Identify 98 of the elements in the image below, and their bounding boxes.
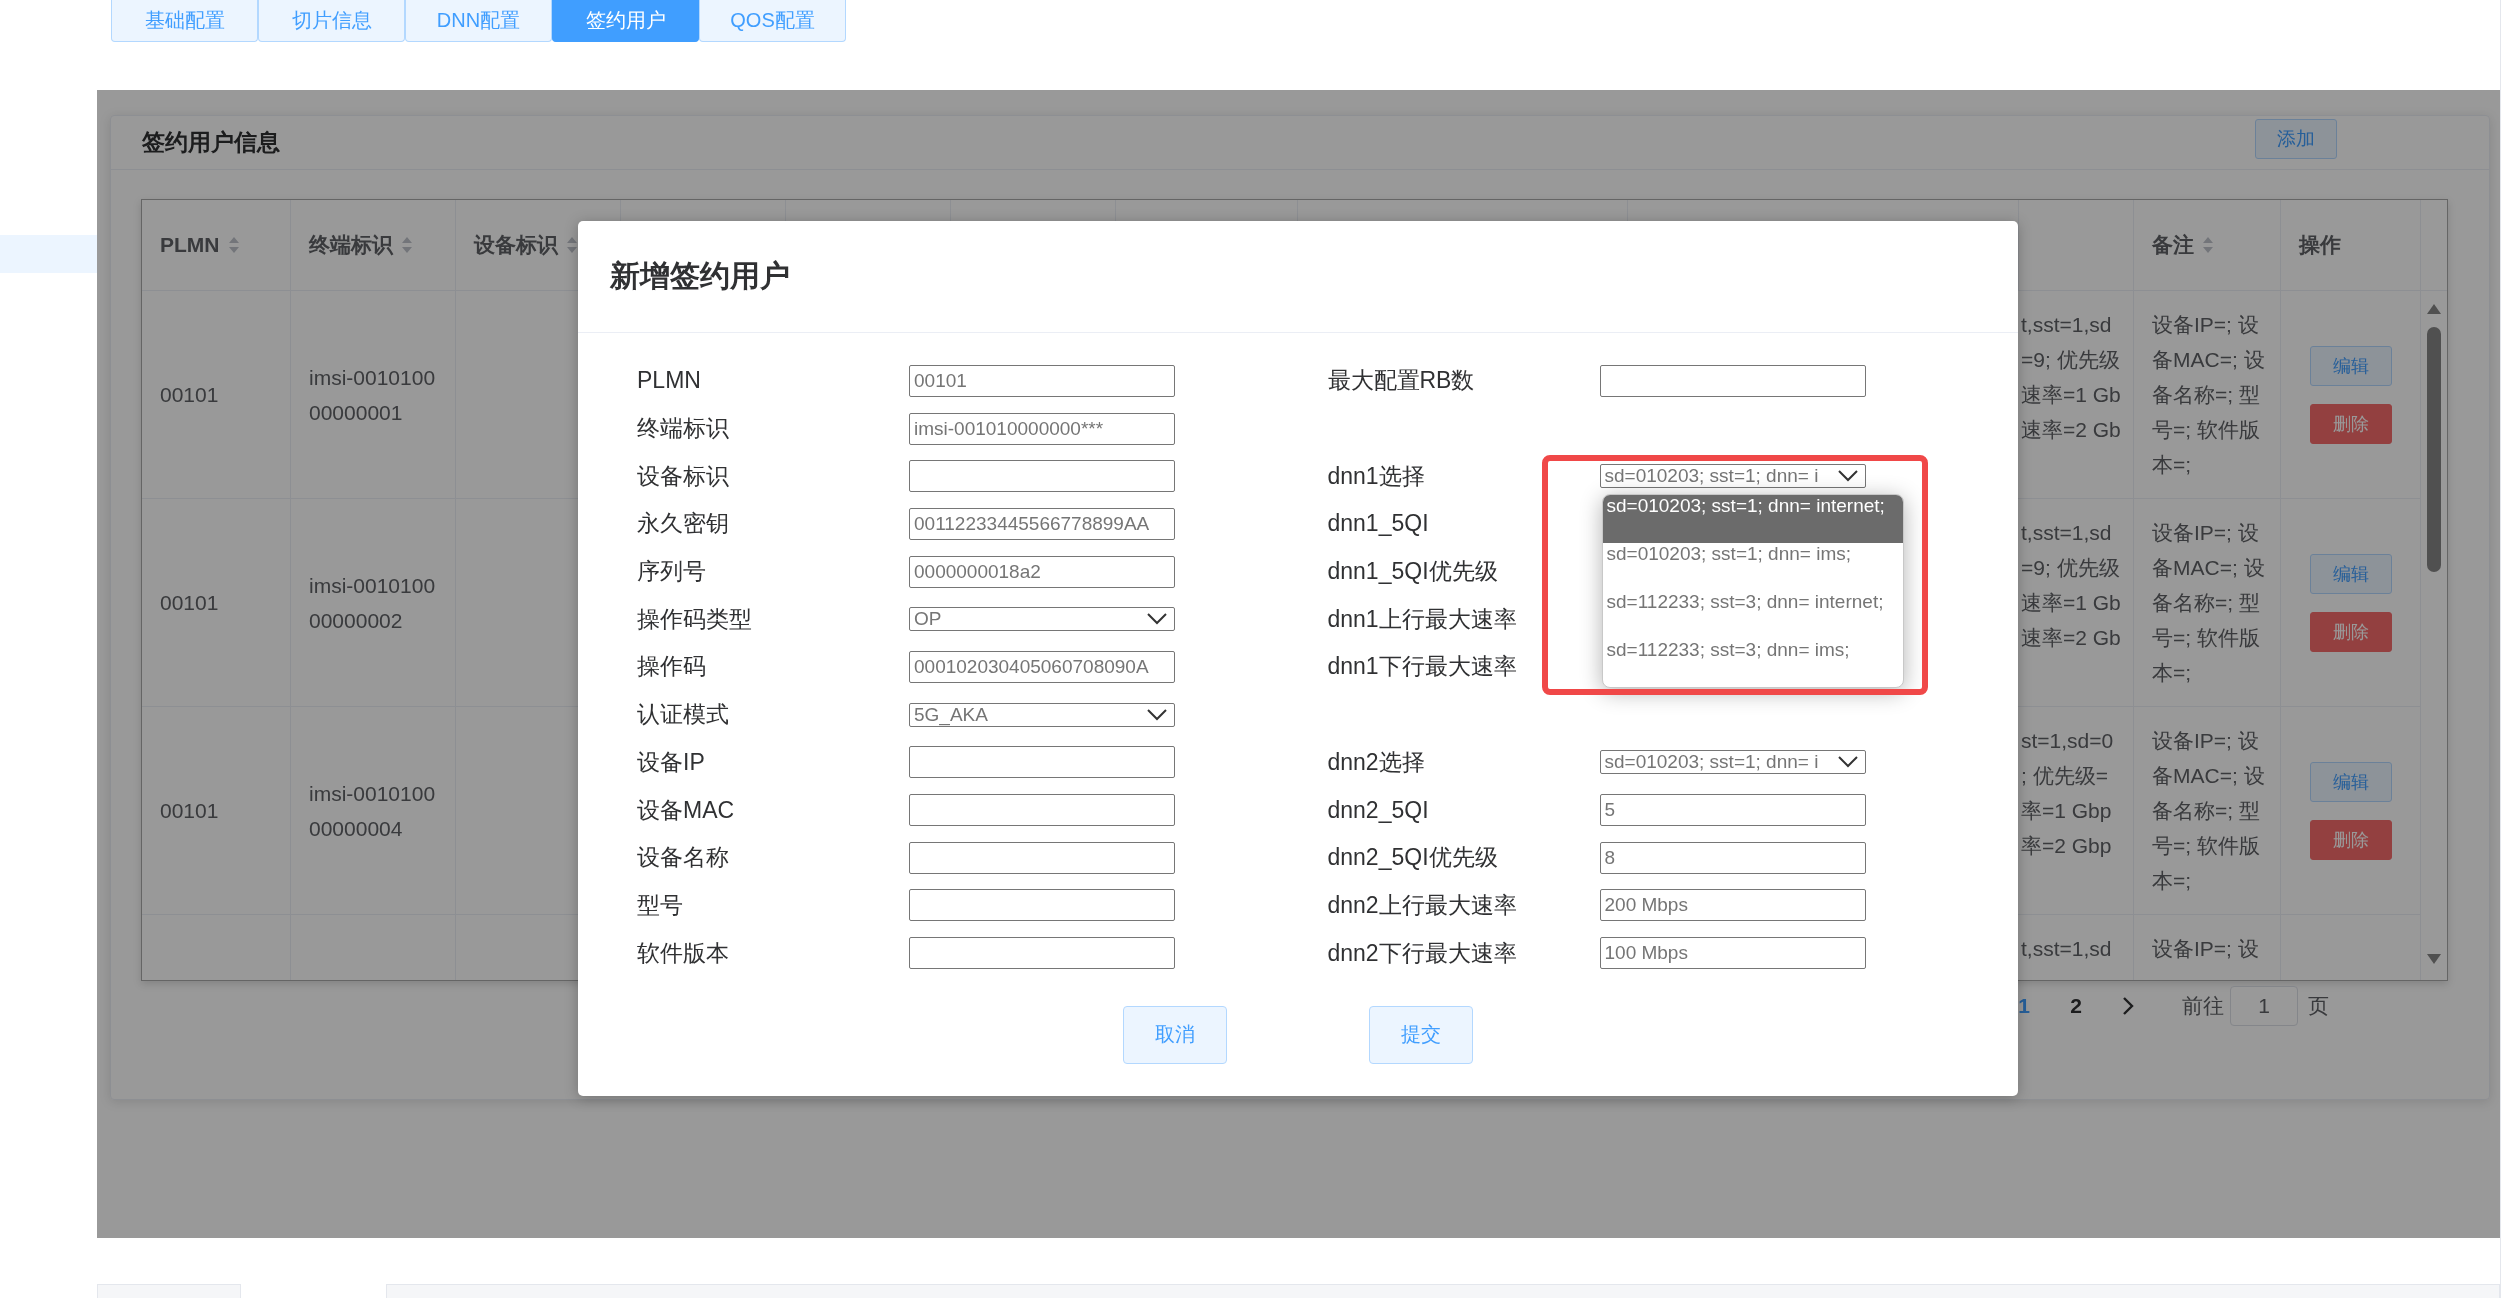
field-label: 操作码 [637, 652, 707, 682]
field-label: dnn1选择 [1327, 461, 1426, 491]
page-input[interactable]: 1 [2230, 986, 2298, 1026]
chevron-down-icon [1836, 756, 1859, 769]
table-cell-text: 设备IP=; 设 备MAC=; 设 备名称=; 型 号=; 软件版 本=; [2152, 312, 2265, 478]
text-field[interactable] [1599, 364, 1866, 397]
select-field[interactable]: sd=010203; sst=1; dnn= i [1599, 750, 1866, 775]
field-label: 设备名称 [637, 843, 730, 873]
text-field[interactable] [909, 889, 1175, 922]
text-field[interactable]: 200 Mbps [1599, 889, 1866, 922]
field-label: 序列号 [637, 557, 707, 587]
field-label: 设备MAC [637, 795, 736, 825]
add-button[interactable]: 添加 [2255, 118, 2337, 159]
table-cell-text: imsi-0010100 00000004 [309, 780, 436, 842]
table-cell-text: st=1,sd=0 ; 优先级= 率=1 Gbp 率=2 Gbp [2021, 728, 2114, 859]
dialog-title: 新增签约用户 [610, 258, 790, 294]
text-field[interactable]: 8 [1599, 841, 1866, 874]
select-field[interactable]: OP [909, 607, 1175, 632]
text-field[interactable] [909, 841, 1175, 874]
field-label: 认证模式 [637, 700, 730, 730]
sort-icon[interactable] [227, 235, 240, 255]
dropdown-option[interactable]: sd=010203; sst=1; dnn= internet; [1602, 495, 1903, 544]
dropdown-option[interactable]: sd=112233; sst=3; dnn= ims; [1602, 639, 1903, 688]
scrollbar-thumb[interactable] [2427, 327, 2441, 572]
table-cell-text: t,sst=1,sd =9; 优先级 速率=1 Gb 速率=2 Gb [2021, 312, 2121, 443]
delete-button[interactable]: 删除 [2309, 403, 2392, 444]
table-cell-text: 00101 [160, 382, 219, 408]
table-cell-text: t,sst=1,sd [2021, 936, 2112, 962]
chevron-right-icon [2122, 996, 2134, 1016]
text-field[interactable]: 100 Mbps [1599, 937, 1866, 970]
text-field[interactable]: 0000000018a2 [909, 555, 1175, 588]
text-field[interactable]: 5 [1599, 794, 1866, 827]
field-label: dnn1上行最大速率 [1327, 604, 1518, 634]
dialog-button[interactable]: 取消 [1123, 1005, 1227, 1064]
tab[interactable]: DNN配置 [405, 0, 552, 42]
text-field[interactable] [909, 794, 1175, 827]
text-field[interactable]: imsi-001010000000*** [909, 412, 1175, 445]
table-cell-text: 设备IP=; 设 备MAC=; 设 备名称=; 型 号=; 软件版 本=; [2152, 728, 2265, 894]
field-label: dnn2上行最大速率 [1327, 890, 1518, 920]
field-label: dnn1_5QI优先级 [1327, 557, 1499, 587]
column-header: 设备标识 [474, 232, 558, 258]
edit-button[interactable]: 编辑 [2309, 553, 2392, 594]
table-cell-text: 设备IP=; 设 [2152, 936, 2259, 962]
text-field[interactable] [909, 937, 1175, 970]
text-field[interactable] [909, 460, 1175, 493]
select-field[interactable]: 5G_AKA [909, 702, 1175, 727]
table-cell-text: t,sst=1,sd =9; 优先级 速率=1 Gb 速率=2 Gb [2021, 520, 2121, 651]
table-cell-text: imsi-0010100 00000001 [309, 364, 436, 426]
scroll-up-icon[interactable] [2426, 303, 2442, 315]
field-label: dnn2_5QI [1327, 796, 1430, 824]
field-label: 终端标识 [637, 414, 730, 444]
column-header: 备注 [2152, 232, 2194, 258]
table-cell-text: 设备IP=; 设 备MAC=; 设 备名称=; 型 号=; 软件版 本=; [2152, 520, 2265, 686]
text-field[interactable]: 00101 [909, 364, 1175, 397]
select-field[interactable]: sd=010203; sst=1; dnn= i [1599, 464, 1866, 489]
delete-button[interactable]: 删除 [2309, 611, 2392, 652]
tab[interactable]: 切片信息 [258, 0, 405, 42]
page-suffix: 页 [2308, 993, 2329, 1019]
field-label: 设备IP [637, 747, 706, 777]
chevron-down-icon [1146, 708, 1168, 721]
column-header: 操作 [2299, 232, 2341, 258]
edit-button[interactable]: 编辑 [2309, 761, 2392, 802]
tab[interactable]: 签约用户 [552, 0, 699, 42]
field-label: 永久密钥 [637, 509, 730, 539]
field-label: dnn1_5QI [1327, 510, 1430, 538]
field-label: 操作码类型 [637, 604, 753, 634]
field-label: dnn2_5QI优先级 [1327, 843, 1499, 873]
text-field[interactable]: 00112233445566778899AA [909, 507, 1175, 540]
sort-icon[interactable] [401, 235, 413, 255]
field-label: 软件版本 [637, 938, 730, 968]
column-header: 终端标识 [309, 232, 393, 258]
dialog-button[interactable]: 提交 [1369, 1005, 1473, 1064]
field-label: 设备标识 [637, 461, 730, 491]
field-label: dnn1下行最大速率 [1327, 652, 1518, 682]
field-label: 最大配置RB数 [1327, 366, 1476, 396]
chevron-down-icon [1146, 613, 1168, 626]
tab[interactable]: 基础配置 [111, 0, 258, 42]
dropdown-option[interactable]: sd=112233; sst=3; dnn= internet; [1602, 591, 1903, 640]
field-label: dnn2下行最大速率 [1327, 938, 1518, 968]
tab[interactable]: QOS配置 [699, 0, 846, 42]
edit-button[interactable]: 编辑 [2309, 345, 2392, 386]
field-label: PLMN [637, 367, 702, 395]
text-field[interactable]: 000102030405060708090A [909, 650, 1175, 683]
page-number[interactable]: 2 [2050, 994, 2102, 1018]
column-header: PLMN [160, 233, 220, 257]
panel-title: 签约用户信息 [142, 128, 280, 157]
field-label: dnn2选择 [1327, 747, 1426, 777]
goto-label: 前往 [2182, 993, 2224, 1019]
table-cell-text: imsi-0010100 00000002 [309, 572, 436, 634]
field-label: 型号 [637, 890, 684, 920]
delete-button[interactable]: 删除 [2309, 819, 2392, 860]
table-cell-text: 00101 [160, 798, 219, 824]
scroll-down-icon[interactable] [2426, 953, 2442, 965]
chevron-down-icon [1836, 470, 1859, 483]
sort-icon[interactable] [2202, 235, 2214, 255]
table-cell-text: 00101 [160, 590, 219, 616]
dropdown-option[interactable]: sd=010203; sst=1; dnn= ims; [1602, 543, 1903, 592]
text-field[interactable] [909, 746, 1175, 779]
